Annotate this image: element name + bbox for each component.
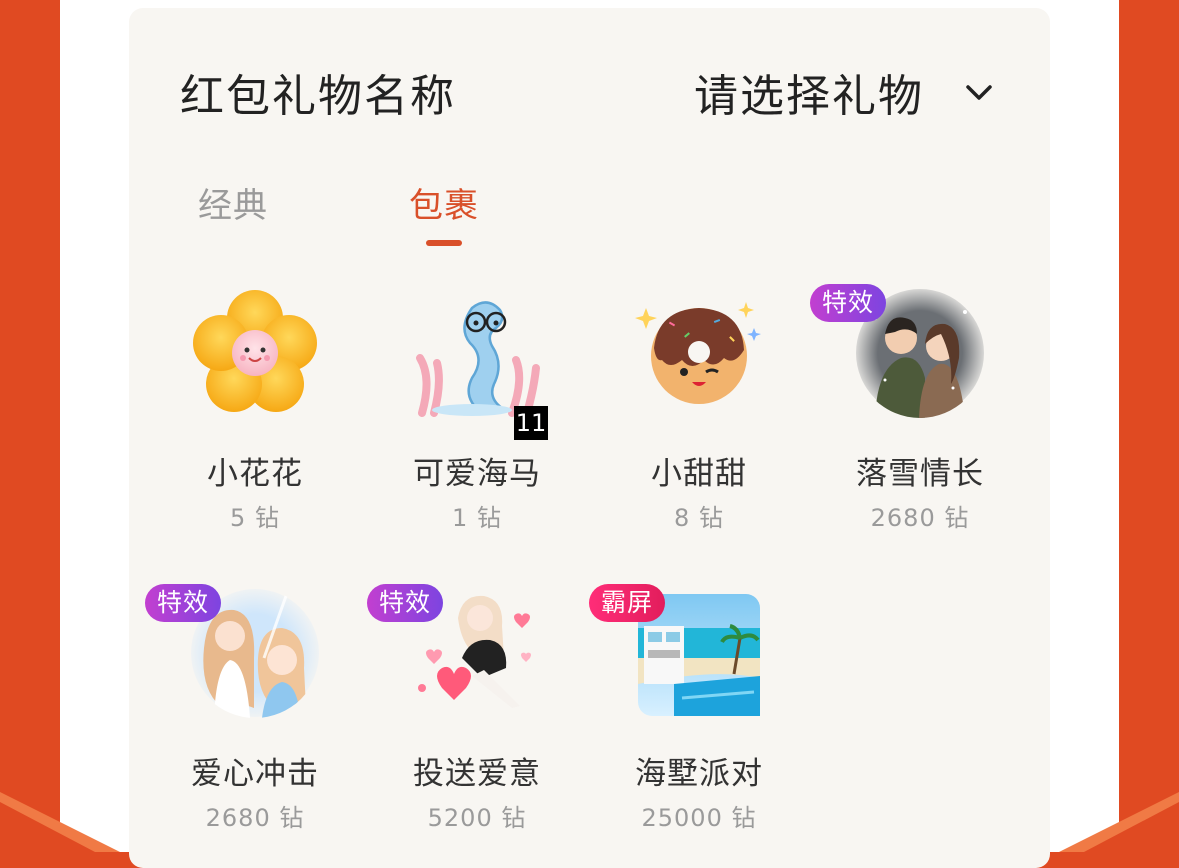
gift-effect-badge: 特效	[367, 584, 444, 622]
active-tab-indicator	[426, 240, 462, 246]
gift-select-label: 请选择礼物	[694, 71, 924, 122]
gift-name: 小花花	[207, 456, 303, 492]
gift-name: 落雪情长	[856, 456, 984, 492]
right-corner-decoration	[1059, 792, 1179, 852]
gift-price: 5200 钻	[427, 804, 527, 832]
gift-price: 1 钻	[452, 504, 502, 532]
gift-item-twin-girls[interactable]: 特效 爱心冲击 2680 钻	[145, 584, 355, 848]
flower-icon	[193, 290, 317, 412]
gift-effect-badge: 特效	[810, 284, 887, 322]
gift-effect-badge: 特效	[145, 584, 222, 622]
gift-item-beach-villa[interactable]: 霸屏 海墅派对 25000 钻	[589, 584, 799, 848]
gift-name: 投送爱意	[413, 756, 541, 792]
gift-name: 可爱海马	[413, 456, 541, 492]
gift-fullscreen-badge: 霸屏	[589, 584, 666, 622]
chevron-down-icon	[966, 85, 992, 100]
gift-price: 2680 钻	[205, 804, 305, 832]
tab-bag[interactable]: 包裹	[409, 178, 479, 227]
gift-item-girl-hearts[interactable]: 特效 投送爱意 5200 钻	[367, 584, 577, 848]
gift-item-flower[interactable]: 小花花 5 钻	[155, 288, 355, 538]
seahorse-icon	[416, 301, 540, 417]
gift-item-seahorse[interactable]: 11 可爱海马 1 钻	[377, 288, 577, 538]
donut-icon	[635, 302, 761, 404]
gift-item-donut[interactable]: 小甜甜 8 钻	[599, 288, 799, 538]
gift-price: 25000 钻	[641, 804, 757, 832]
tab-classic[interactable]: 经典	[198, 178, 268, 227]
gift-select-dropdown[interactable]: 请选择礼物	[694, 60, 996, 124]
gift-name: 爱心冲击	[191, 756, 319, 792]
gift-count-badge: 11	[514, 406, 548, 440]
gift-name: 小甜甜	[651, 456, 747, 492]
left-corner-decoration	[0, 792, 120, 852]
gift-price: 2680 钻	[870, 504, 970, 532]
gift-price: 8 钻	[674, 504, 724, 532]
page-title: 红包礼物名称	[180, 71, 456, 122]
gift-name: 海墅派对	[635, 756, 763, 792]
gift-price: 5 钻	[230, 504, 280, 532]
gift-item-couple-snow[interactable]: 特效 落雪情长 2680 钻	[810, 284, 1020, 538]
